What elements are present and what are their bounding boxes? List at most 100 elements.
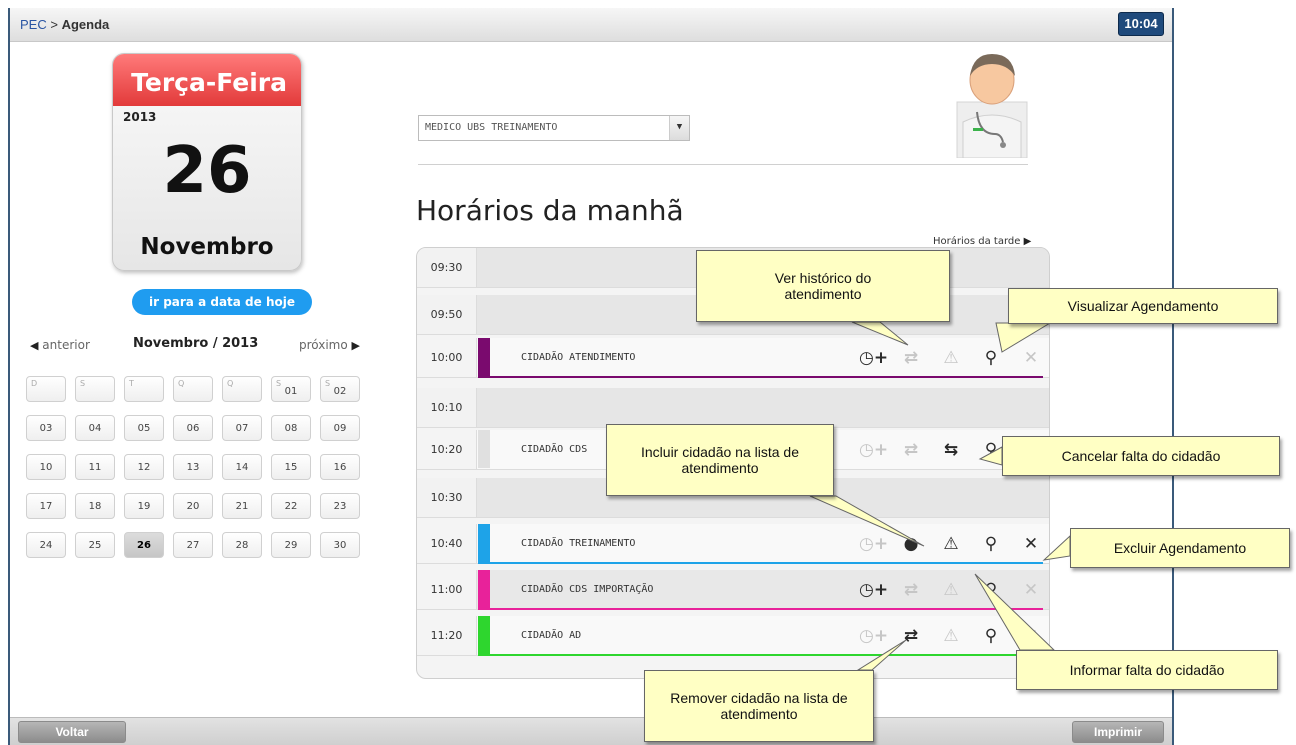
day-number: 26 xyxy=(162,134,252,208)
calendar-day-number: 02 xyxy=(333,386,347,397)
close-icon[interactable]: ✕ xyxy=(1019,346,1043,370)
afternoon-link-label: Horários da tarde xyxy=(933,236,1021,247)
chevron-down-icon[interactable]: ▼ xyxy=(669,116,689,140)
absence-icon[interactable]: ⚠ xyxy=(939,624,963,648)
calendar-day[interactable]: 15 xyxy=(271,454,311,480)
time-slot: 10:00 xyxy=(417,338,477,377)
calendar-day[interactable]: 10 xyxy=(26,454,66,480)
section-title: Horários da manhã xyxy=(416,194,684,227)
search-icon[interactable]: ⚲ xyxy=(979,438,1003,462)
time-slot: 10:10 xyxy=(417,388,477,427)
time-slot: 09:30 xyxy=(417,248,477,287)
history-icon[interactable]: ◷+ xyxy=(859,624,888,648)
calendar-day[interactable]: 24 xyxy=(26,532,66,558)
patient-name[interactable]: CIDADÃO ATENDIMENTO xyxy=(521,338,635,378)
time-slot: 11:00 xyxy=(417,570,477,609)
absence-icon[interactable]: ⇆ xyxy=(939,438,963,462)
calendar-day[interactable]: 19 xyxy=(124,493,164,519)
patient-name[interactable]: CIDADÃO AD xyxy=(521,616,581,656)
calendar-day[interactable]: S 01 xyxy=(271,376,311,402)
schedule-row[interactable]: 10:40 CIDADÃO TREINAMENTO ◷+ ● ⚠ ⚲ ✕ xyxy=(417,524,1049,564)
time-slot: 09:50 xyxy=(417,295,477,334)
history-icon[interactable]: ◷+ xyxy=(859,346,888,370)
calendar-day[interactable]: 26 xyxy=(124,532,164,558)
patient-name[interactable]: CIDADÃO TREINAMENTO xyxy=(521,524,635,564)
transfer-icon[interactable]: ⇄ xyxy=(899,346,923,370)
calendar-day[interactable]: 21 xyxy=(222,493,262,519)
callout-historico: Ver histórico do atendimento xyxy=(696,250,950,322)
afternoon-link[interactable]: Horários da tarde ▶ xyxy=(933,236,1031,247)
clock: 10:04 xyxy=(1118,12,1164,36)
month-title: Novembro / 2013 xyxy=(133,336,259,351)
divider xyxy=(418,164,1028,165)
patient-name[interactable]: CIDADÃO CDS xyxy=(521,430,587,470)
history-icon[interactable]: ◷+ xyxy=(859,532,888,556)
transfer-icon[interactable]: ⇄ xyxy=(899,624,923,648)
calendar-weekday-header: D xyxy=(26,376,66,402)
calendar-day[interactable]: 23 xyxy=(320,493,360,519)
breadcrumb-root[interactable]: PEC xyxy=(20,17,47,32)
close-icon[interactable]: ✕ xyxy=(1019,532,1043,556)
calendar-day[interactable]: 03 xyxy=(26,415,66,441)
print-button[interactable]: Imprimir xyxy=(1072,721,1164,743)
calendar-day[interactable]: 07 xyxy=(222,415,262,441)
status-color-bar xyxy=(478,616,490,654)
callout-visualizar: Visualizar Agendamento xyxy=(1008,288,1278,324)
calendar-day[interactable]: 27 xyxy=(173,532,213,558)
calendar-day[interactable]: 18 xyxy=(75,493,115,519)
time-slot: 11:20 xyxy=(417,616,477,655)
search-icon[interactable]: ⚲ xyxy=(979,346,1003,370)
calendar-day[interactable]: 12 xyxy=(124,454,164,480)
absence-icon[interactable]: ⚠ xyxy=(939,346,963,370)
calendar-day[interactable]: 05 xyxy=(124,415,164,441)
transfer-icon[interactable]: ● xyxy=(899,532,923,556)
calendar-day[interactable]: 29 xyxy=(271,532,311,558)
calendar-day[interactable]: 04 xyxy=(75,415,115,441)
search-icon[interactable]: ⚲ xyxy=(979,578,1003,602)
back-button[interactable]: Voltar xyxy=(18,721,126,743)
history-icon[interactable]: ◷+ xyxy=(859,438,888,462)
schedule-row[interactable]: 10:00 CIDADÃO ATENDIMENTO ◷+ ⇄ ⚠ ⚲ ✕ xyxy=(417,338,1049,378)
calendar-day[interactable]: 28 xyxy=(222,532,262,558)
status-color-bar xyxy=(478,570,490,608)
search-icon[interactable]: ⚲ xyxy=(979,624,1003,648)
bottom-bar: Voltar Imprimir xyxy=(10,717,1172,745)
calendar-day[interactable]: 08 xyxy=(271,415,311,441)
calendar-day[interactable]: S 02 xyxy=(320,376,360,402)
close-icon[interactable]: ✕ xyxy=(1019,578,1043,602)
calendar-weekday-header: S xyxy=(75,376,115,402)
calendar-day[interactable]: 14 xyxy=(222,454,262,480)
close-icon[interactable]: ✕ xyxy=(1019,624,1043,648)
transfer-icon[interactable]: ⇄ xyxy=(899,578,923,602)
month-navigation: ◀ anterior Novembro / 2013 próximo ▶ xyxy=(30,336,360,356)
calendar-day[interactable]: 16 xyxy=(320,454,360,480)
time-slot: 10:40 xyxy=(417,524,477,563)
today-button[interactable]: ir para a data de hoje xyxy=(132,289,312,315)
absence-icon[interactable]: ⚠ xyxy=(939,578,963,602)
next-month-label: próximo xyxy=(298,338,348,352)
calendar-day[interactable]: 25 xyxy=(75,532,115,558)
calendar-day[interactable]: 20 xyxy=(173,493,213,519)
year-label: 2013 xyxy=(123,110,157,124)
history-icon[interactable]: ◷+ xyxy=(859,578,888,602)
weekday-letter: S xyxy=(276,379,282,388)
calendar-day[interactable]: 22 xyxy=(271,493,311,519)
calendar-weekday-header: T xyxy=(124,376,164,402)
calendar-day[interactable]: 06 xyxy=(173,415,213,441)
patient-name[interactable]: CIDADÃO CDS IMPORTAÇÃO xyxy=(521,570,653,610)
calendar-day[interactable]: 30 xyxy=(320,532,360,558)
calendar-day[interactable]: 11 xyxy=(75,454,115,480)
calendar-day[interactable]: 17 xyxy=(26,493,66,519)
prev-month-link[interactable]: ◀ anterior xyxy=(30,338,90,352)
professional-select-value: MEDICO UBS TREINAMENTO xyxy=(425,122,558,133)
schedule-row[interactable]: 11:00 CIDADÃO CDS IMPORTAÇÃO ◷+ ⇄ ⚠ ⚲ ✕ xyxy=(417,570,1049,610)
calendar-day[interactable]: 09 xyxy=(320,415,360,441)
transfer-icon[interactable]: ⇄ xyxy=(899,438,923,462)
search-icon[interactable]: ⚲ xyxy=(979,532,1003,556)
next-month-link[interactable]: próximo ▶ xyxy=(299,338,360,352)
schedule-row[interactable]: 11:20 CIDADÃO AD ◷+ ⇄ ⚠ ⚲ ✕ xyxy=(417,616,1049,656)
professional-select[interactable]: MEDICO UBS TREINAMENTO ▼ xyxy=(418,115,690,141)
calendar-day[interactable]: 13 xyxy=(173,454,213,480)
absence-icon[interactable]: ⚠ xyxy=(939,532,963,556)
calendar-weekday-header: Q xyxy=(222,376,262,402)
